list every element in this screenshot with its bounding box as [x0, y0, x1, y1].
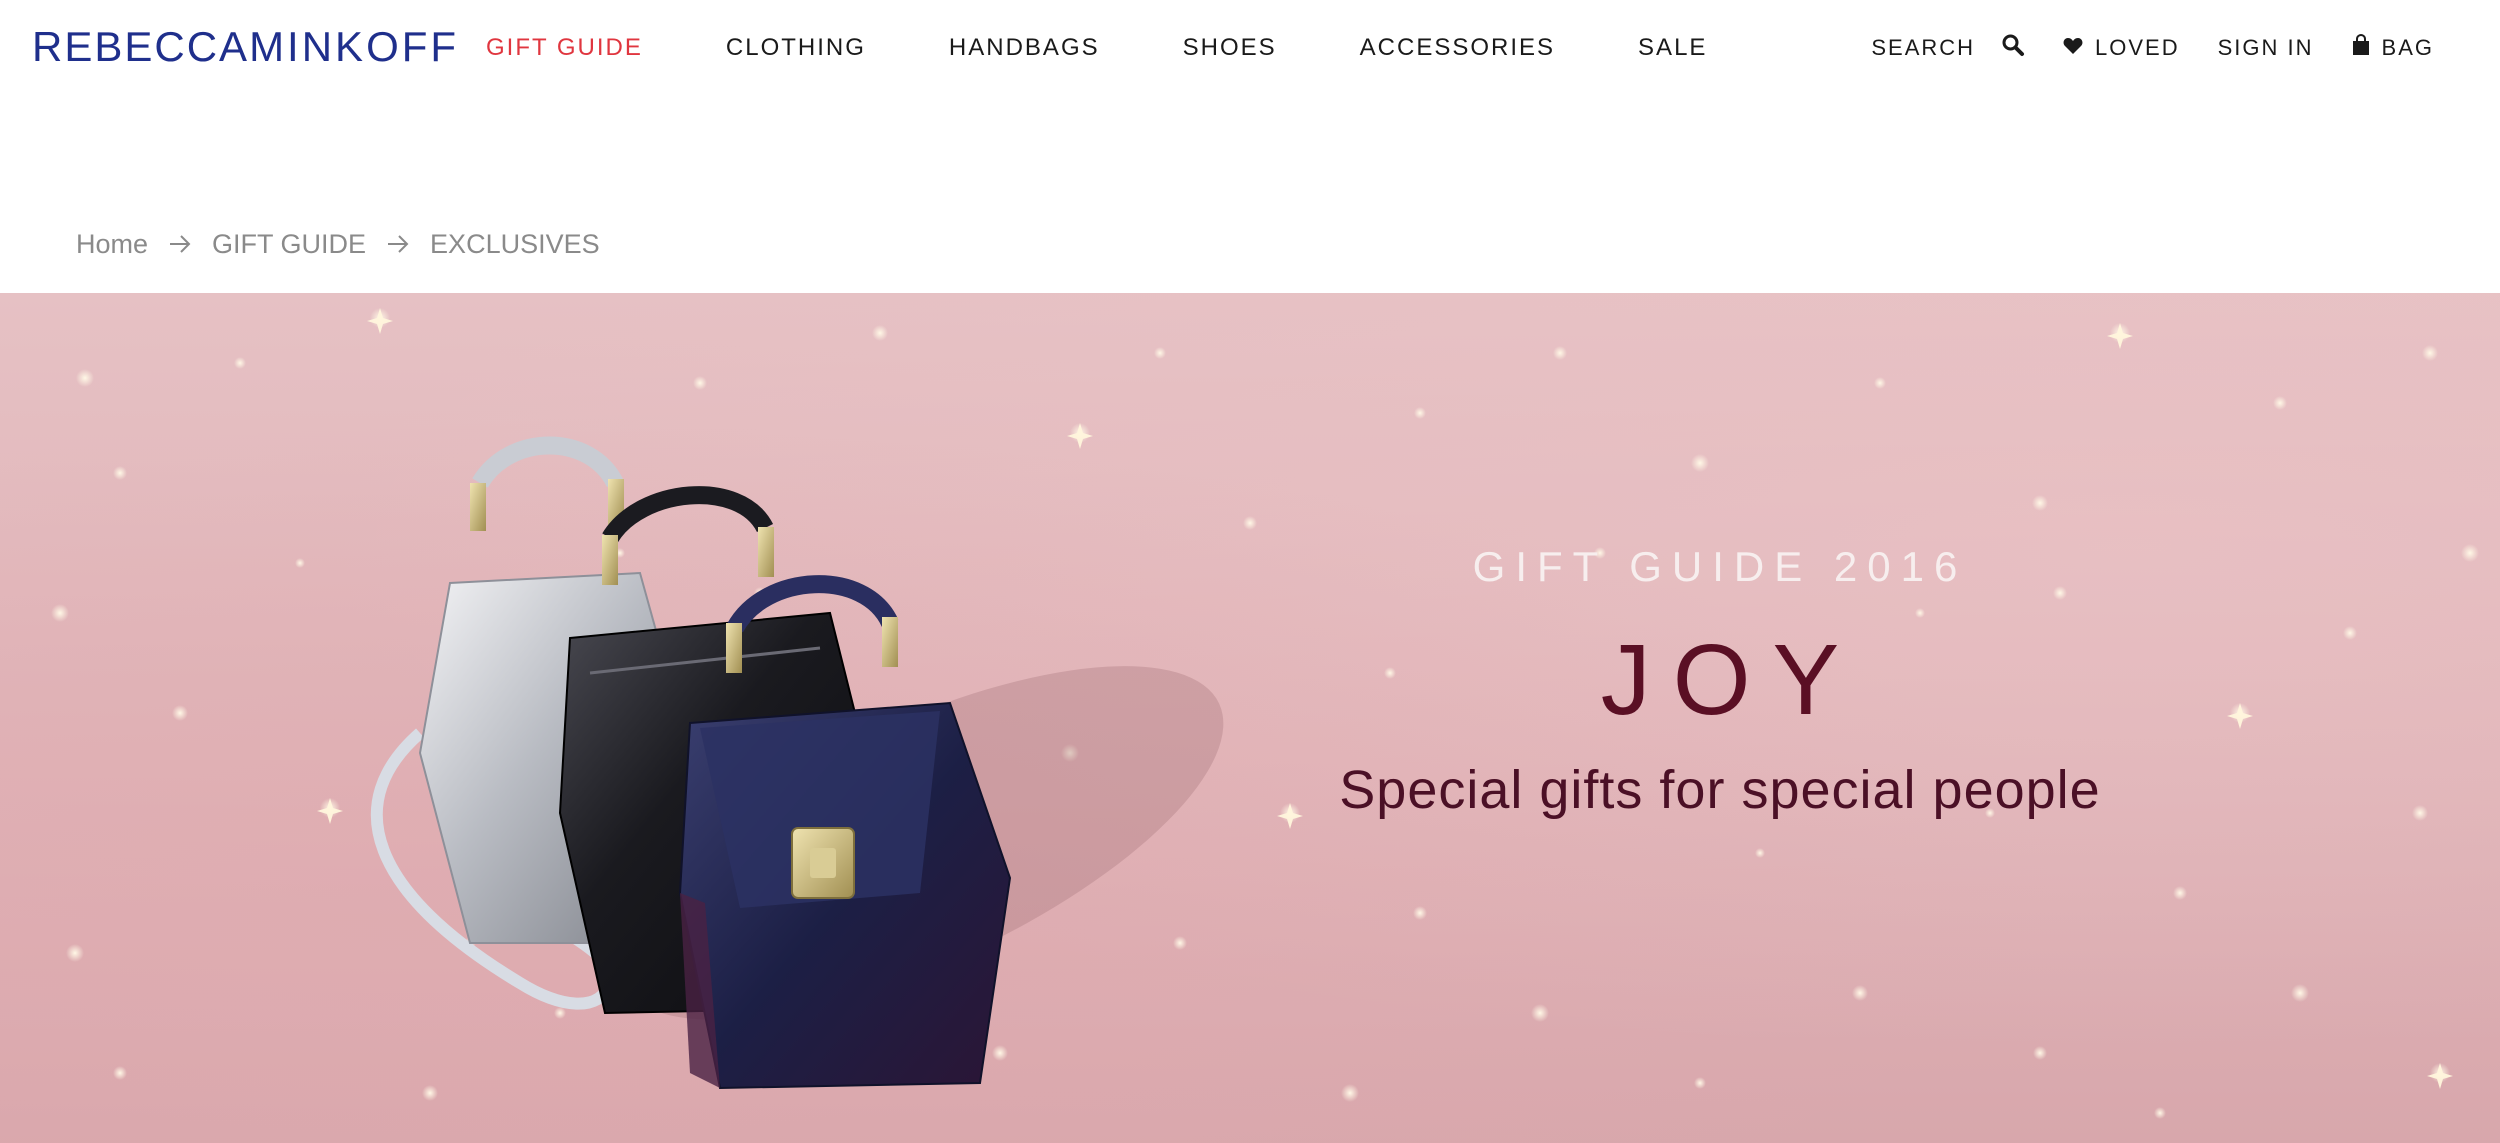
nav-item-handbags[interactable]: HANDBAGS	[949, 34, 1100, 62]
heart-icon	[2063, 35, 2083, 61]
loved-link[interactable]: LOVED	[2063, 35, 2180, 61]
hero-banner[interactable]: GIFT GUIDE 2016 JOY Special gifts for sp…	[0, 293, 2500, 1143]
loved-label: LOVED	[2095, 35, 2180, 60]
nav-item-gift-guide[interactable]: GIFT GUIDE	[486, 34, 643, 62]
page: REBECCAMINKOFF GIFT GUIDE CLOTHING HANDB…	[0, 0, 2500, 1143]
hero-eyebrow: GIFT GUIDE 2016	[1472, 543, 1968, 590]
search-label: SEARCH	[1871, 35, 1976, 60]
search-icon[interactable]	[2001, 33, 2025, 63]
nav-item-shoes[interactable]: SHOES	[1183, 34, 1277, 62]
arrow-right-icon	[168, 233, 192, 255]
nav-item-sale[interactable]: SALE	[1638, 34, 1707, 62]
handbags-image	[370, 436, 1224, 1090]
hero-title: JOY	[1600, 624, 1862, 736]
shopping-bag-icon	[2352, 33, 2370, 62]
nav-item-accessories[interactable]: ACCESSORIES	[1360, 34, 1555, 62]
arrow-right-icon	[386, 233, 410, 255]
nav-item-clothing[interactable]: CLOTHING	[726, 34, 866, 62]
bag-link[interactable]: BAG	[2352, 33, 2434, 62]
breadcrumb: Home GIFT GUIDE EXCLUSIVES	[76, 226, 600, 262]
hero-subtitle: Special gifts for special people	[1339, 760, 2101, 820]
utility-nav: SEARCH LOVED SIGN IN BAG	[1871, 30, 2434, 66]
search-button[interactable]: SEARCH	[1871, 33, 2025, 63]
hero-text-block: GIFT GUIDE 2016 JOY Special gifts for sp…	[1280, 543, 2160, 821]
main-nav: GIFT GUIDE CLOTHING HANDBAGS SHOES ACCES…	[486, 30, 1707, 66]
breadcrumb-exclusives: EXCLUSIVES	[430, 228, 600, 259]
bag-label: BAG	[2381, 35, 2434, 60]
site-header: REBECCAMINKOFF GIFT GUIDE CLOTHING HANDB…	[0, 0, 2500, 96]
breadcrumb-gift-guide[interactable]: GIFT GUIDE	[212, 229, 366, 260]
sign-in-link[interactable]: SIGN IN	[2218, 35, 2314, 61]
breadcrumb-home[interactable]: Home	[76, 229, 148, 260]
brand-logo[interactable]: REBECCAMINKOFF	[32, 22, 459, 72]
logo-text-minkoff: MINKOFF	[249, 23, 460, 70]
sign-in-label: SIGN IN	[2217, 35, 2314, 60]
logo-text-rebecca: REBECCA	[32, 23, 250, 70]
